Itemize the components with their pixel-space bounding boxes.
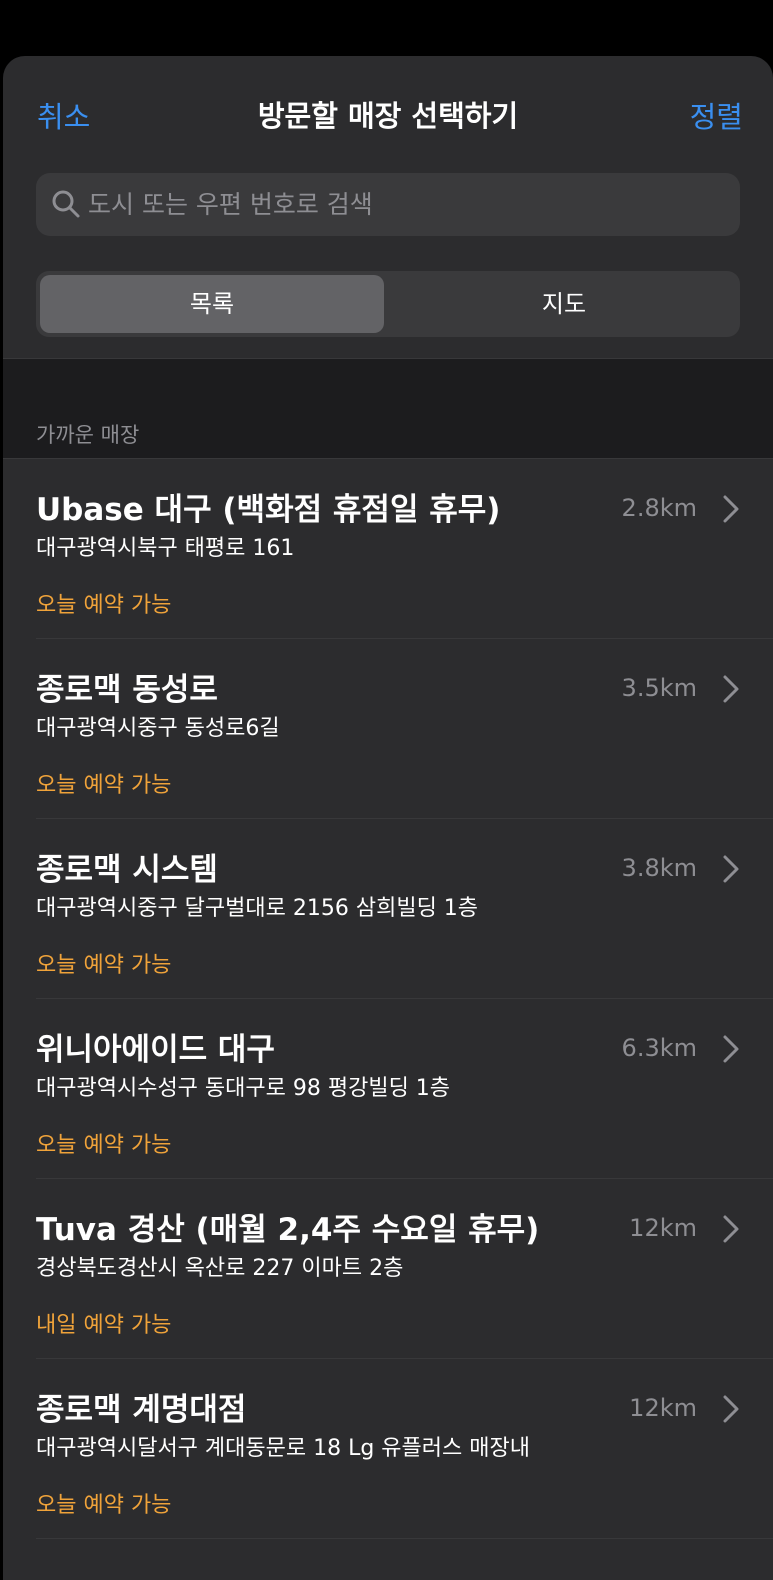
store-name: 종로맥 계명대점 (36, 1392, 247, 1428)
view-segmented-control: 목록 지도 (36, 271, 740, 337)
store-availability: 오늘 예약 가능 (36, 593, 172, 618)
search-bar[interactable] (36, 173, 740, 236)
row-divider (36, 1538, 773, 1539)
chevron-right-icon (723, 1215, 739, 1243)
sort-button[interactable]: 정렬 (690, 94, 743, 136)
store-name: 종로맥 시스템 (36, 852, 218, 888)
navigation-bar: 취소 방문할 매장 선택하기 정렬 (3, 56, 773, 168)
store-availability: 오늘 예약 가능 (36, 1493, 172, 1518)
search-input[interactable] (88, 173, 728, 236)
store-distance: 6.3km (621, 1034, 697, 1062)
chevron-right-icon (723, 675, 739, 703)
chevron-right-icon (723, 855, 739, 883)
store-distance: 2.8km (621, 494, 697, 522)
store-name: 종로맥 동성로 (36, 672, 218, 708)
store-picker-sheet: 취소 방문할 매장 선택하기 정렬 목록 지도 가까운 매장 Ubase 대구 … (3, 56, 773, 1580)
chevron-right-icon (723, 1395, 739, 1423)
store-name: Ubase 대구 (백화점 휴점일 휴무) (36, 492, 501, 528)
chevron-right-icon (723, 495, 739, 523)
store-distance: 12km (629, 1214, 697, 1242)
store-name: Tuva 경산 (매월 2,4주 수요일 휴무) (36, 1212, 540, 1248)
store-address: 경상북도경산시 옥산로 227 이마트 2층 (36, 1256, 404, 1281)
store-name: 위니아에이드 대구 (36, 1032, 275, 1068)
store-address: 대구광역시수성구 동대구로 98 평강빌딩 1층 (36, 1076, 451, 1101)
store-address: 대구광역시중구 동성로6길 (36, 716, 280, 741)
store-row[interactable]: 위니아에이드 대구 대구광역시수성구 동대구로 98 평강빌딩 1층 오늘 예약… (3, 999, 773, 1179)
section-header-nearby: 가까운 매장 (36, 423, 140, 447)
store-availability: 내일 예약 가능 (36, 1313, 172, 1338)
store-address: 대구광역시달서구 계대동문로 18 Lg 유플러스 매장내 (36, 1436, 530, 1461)
segment-map[interactable]: 지도 (392, 275, 736, 333)
store-row[interactable]: Ubase 대구 (백화점 휴점일 휴무) 대구광역시북구 태평로 161 오늘… (3, 459, 773, 639)
store-list: Ubase 대구 (백화점 휴점일 휴무) 대구광역시북구 태평로 161 오늘… (3, 458, 773, 1539)
store-distance: 3.8km (621, 854, 697, 882)
store-address: 대구광역시북구 태평로 161 (36, 536, 295, 561)
store-availability: 오늘 예약 가능 (36, 773, 172, 798)
store-row[interactable]: Tuva 경산 (매월 2,4주 수요일 휴무) 경상북도경산시 옥산로 227… (3, 1179, 773, 1359)
store-row[interactable]: 종로맥 시스템 대구광역시중구 달구벌대로 2156 삼희빌딩 1층 오늘 예약… (3, 819, 773, 999)
chevron-right-icon (723, 1035, 739, 1063)
page-title: 방문할 매장 선택하기 (257, 99, 519, 133)
store-address: 대구광역시중구 달구벌대로 2156 삼희빌딩 1층 (36, 896, 479, 921)
store-availability: 오늘 예약 가능 (36, 1133, 172, 1158)
store-availability: 오늘 예약 가능 (36, 953, 172, 978)
segment-list[interactable]: 목록 (40, 275, 384, 333)
store-row[interactable]: 종로맥 동성로 대구광역시중구 동성로6길 오늘 예약 가능 3.5km (3, 639, 773, 819)
store-distance: 3.5km (621, 674, 697, 702)
search-icon (52, 190, 80, 218)
store-row[interactable]: 종로맥 계명대점 대구광역시달서구 계대동문로 18 Lg 유플러스 매장내 오… (3, 1359, 773, 1539)
store-distance: 12km (629, 1394, 697, 1422)
